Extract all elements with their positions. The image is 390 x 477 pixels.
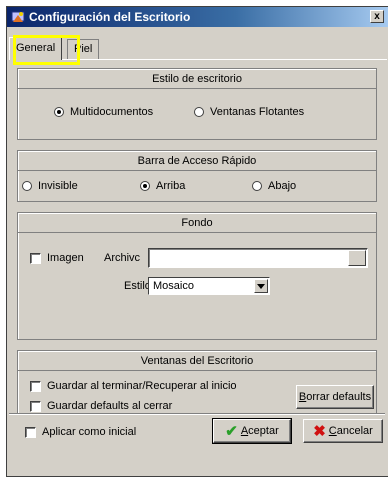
- style-select[interactable]: Mosaico: [148, 277, 270, 295]
- desktop-windows-title: Ventanas del Escritorio: [18, 351, 376, 371]
- tab-piel[interactable]: Piel: [67, 39, 100, 59]
- checkbox-indicator: [25, 426, 36, 438]
- browse-file-button[interactable]: [348, 250, 366, 266]
- chevron-down-icon[interactable]: [254, 279, 268, 293]
- checkbox-indicator: [30, 380, 41, 392]
- radio-label: Ventanas Flotantes: [210, 106, 305, 118]
- checkbox-indicator: [30, 252, 41, 264]
- settings-dialog: Configuración del Escritorio x General P…: [6, 6, 388, 477]
- radio-arriba[interactable]: Arriba: [140, 179, 185, 193]
- checkmark-icon: ✔: [225, 422, 238, 440]
- general-tab-panel: Estilo de escritorio Multidocumentos Ven…: [9, 59, 387, 414]
- close-icon: x: [374, 11, 380, 22]
- title-bar[interactable]: Configuración del Escritorio x: [7, 7, 388, 27]
- checkbox-label: Imagen: [47, 252, 84, 264]
- file-label: Archivc: [104, 252, 141, 264]
- style-label: Estilo: [124, 280, 151, 292]
- radio-indicator: [252, 181, 262, 191]
- cancel-button[interactable]: ✖ Cancelar: [303, 419, 383, 443]
- checkbox-label: Aplicar como inicial: [42, 426, 137, 438]
- file-path-field[interactable]: [148, 248, 368, 268]
- checkbox-apply-initial[interactable]: Aplicar como inicial: [25, 425, 136, 439]
- configuration-icon: [11, 11, 25, 22]
- accept-button[interactable]: ✔ Aceptar: [212, 418, 292, 444]
- checkbox-save-defaults[interactable]: Guardar defaults al cerrar: [30, 399, 172, 413]
- x-icon: ✖: [313, 422, 326, 440]
- radio-abajo[interactable]: Abajo: [252, 179, 296, 193]
- radio-indicator: [140, 181, 150, 191]
- checkbox-save-restore[interactable]: Guardar al terminar/Recuperar al inicio: [30, 379, 237, 393]
- radio-invisible[interactable]: Invisible: [22, 179, 78, 193]
- checkbox-label: Guardar defaults al cerrar: [47, 400, 173, 412]
- radio-label: Invisible: [38, 180, 78, 192]
- checkbox-indicator: [30, 400, 41, 412]
- close-button[interactable]: x: [370, 10, 384, 23]
- window-title: Configuración del Escritorio: [29, 10, 191, 24]
- reset-defaults-button[interactable]: Borrar defaults: [296, 385, 374, 409]
- radio-indicator: [194, 107, 204, 117]
- radio-label: Multidocumentos: [70, 106, 154, 118]
- tab-general[interactable]: General: [9, 37, 63, 60]
- radio-label: Abajo: [268, 180, 297, 192]
- desktop-windows-group: Ventanas del Escritorio Guardar al termi…: [17, 350, 377, 414]
- radio-indicator: [54, 107, 64, 117]
- style-select-value: Mosaico: [153, 280, 194, 292]
- radio-ventanas-flotantes[interactable]: Ventanas Flotantes: [194, 105, 304, 119]
- quick-access-group: Barra de Acceso Rápido Invisible Arriba …: [17, 150, 377, 202]
- desktop-style-group: Estilo de escritorio Multidocumentos Ven…: [17, 68, 377, 140]
- checkbox-label: Guardar al terminar/Recuperar al inicio: [47, 380, 237, 392]
- radio-label: Arriba: [156, 180, 186, 192]
- radio-indicator: [22, 181, 32, 191]
- checkbox-imagen[interactable]: Imagen: [30, 251, 84, 265]
- desktop-style-title: Estilo de escritorio: [18, 69, 376, 89]
- background-group: Fondo Imagen Archivc Estilo Mosaico: [17, 212, 377, 340]
- radio-multidocumentos[interactable]: Multidocumentos: [54, 105, 153, 119]
- background-title: Fondo: [18, 213, 376, 233]
- quick-access-title: Barra de Acceso Rápido: [18, 151, 376, 171]
